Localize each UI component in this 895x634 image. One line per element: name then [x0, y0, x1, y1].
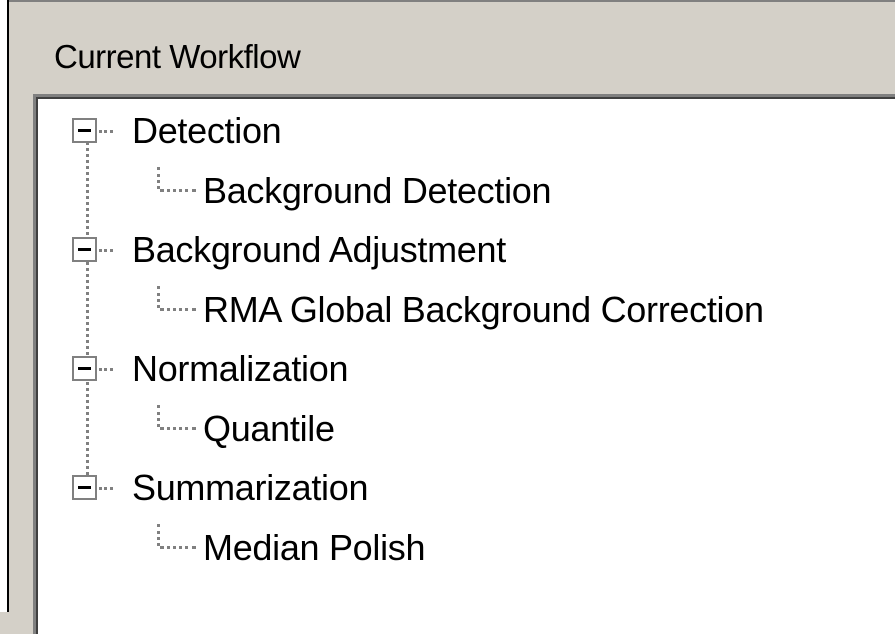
collapse-icon[interactable]: [72, 118, 97, 143]
collapse-icon[interactable]: [72, 237, 97, 262]
group-title: Current Workflow: [54, 38, 301, 75]
tree-connector: [99, 130, 113, 133]
tree-connector: [160, 546, 196, 549]
tree-node-detection[interactable]: Detection: [132, 111, 282, 151]
tree-leaf-median-polish[interactable]: Median Polish: [203, 528, 426, 568]
tree-connector: [160, 308, 196, 311]
collapse-icon[interactable]: [72, 356, 97, 381]
window-top-border: [0, 0, 895, 2]
collapse-icon[interactable]: [72, 475, 97, 500]
tree-root-line: [86, 142, 89, 487]
tree-leaf-rma-global-background-correction[interactable]: RMA Global Background Correction: [203, 290, 764, 330]
tree-leaf-quantile[interactable]: Quantile: [203, 409, 335, 449]
tree-connector: [157, 167, 160, 189]
tree-connector: [160, 427, 196, 430]
tree-leaf-background-detection[interactable]: Background Detection: [203, 171, 552, 211]
tree-connector: [157, 405, 160, 427]
tree-connector: [99, 487, 113, 490]
tree-connector: [157, 286, 160, 308]
tree-connector: [99, 368, 113, 371]
tree-node-background-adjustment[interactable]: Background Adjustment: [132, 230, 506, 270]
tree-node-normalization[interactable]: Normalization: [132, 349, 348, 389]
tree-connector: [160, 189, 196, 192]
tree-connector: [157, 524, 160, 546]
window-left-border: [0, 0, 9, 612]
tree-node-summarization[interactable]: Summarization: [132, 468, 368, 508]
tree-connector: [99, 249, 113, 252]
